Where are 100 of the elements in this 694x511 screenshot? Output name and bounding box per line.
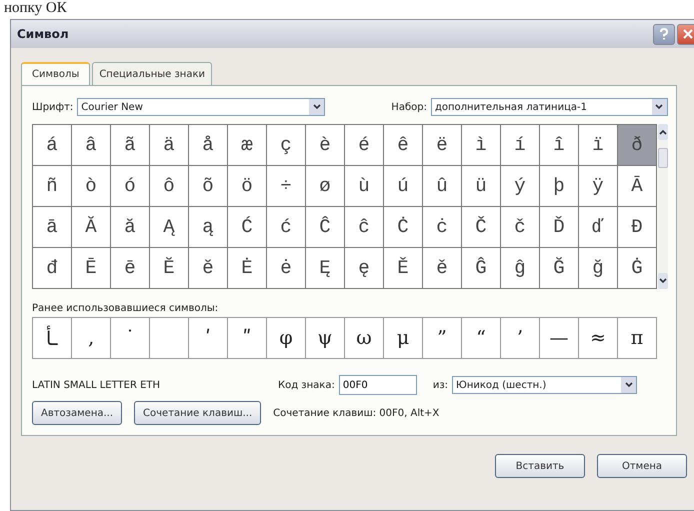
symbol-cell[interactable]: Ĉ [306,207,344,247]
symbol-cell[interactable]: è [306,125,344,165]
symbol-cell[interactable]: ċ [423,207,461,247]
recent-symbol-cell[interactable]: φ [267,318,305,358]
symbol-cell[interactable]: á [33,125,71,165]
recent-symbol-cell[interactable]: “ [462,318,500,358]
recent-symbol-cell[interactable]: ʹ [189,318,227,358]
recent-symbol-cell[interactable]: π [618,318,656,358]
recent-symbol-cell[interactable]: ـأ [33,318,71,358]
symbol-cell[interactable]: ô [150,166,188,206]
symbol-cell[interactable]: æ [228,125,266,165]
symbol-cell[interactable]: ü [462,166,500,206]
symbol-cell[interactable]: Ą [150,207,188,247]
help-button[interactable] [653,24,675,44]
recent-symbol-cell[interactable]: ≈ [579,318,617,358]
symbol-cell[interactable]: č [501,207,539,247]
recent-symbol-cell[interactable]: ‚ [72,318,110,358]
symbol-cell[interactable]: Ċ [384,207,422,247]
tab[interactable]: Символы [21,62,90,85]
symbol-cell[interactable]: ñ [33,166,71,206]
symbol-cell[interactable]: ú [384,166,422,206]
recent-symbol-cell[interactable]: μ [384,318,422,358]
close-button[interactable] [677,24,694,44]
symbol-cell[interactable]: â [72,125,110,165]
code-label: Код знака: [278,380,335,390]
symbol-cell[interactable]: Ĝ [462,248,500,288]
symbol-cell[interactable]: Đ [618,207,656,247]
symbol-cell[interactable]: í [501,125,539,165]
symbol-cell[interactable]: ÿ [579,166,617,206]
symbol-cell[interactable]: ĝ [501,248,539,288]
recent-symbol-cell[interactable]: — [540,318,578,358]
symbol-cell[interactable]: ò [72,166,110,206]
font-dropdown[interactable]: Courier New [77,98,326,116]
tab[interactable]: Специальные знаки [92,62,212,85]
symbol-cell[interactable]: Ę [306,248,344,288]
encoding-dropdown[interactable]: Юникод (шестн.) [452,376,638,394]
symbol-cell[interactable]: ï [579,125,617,165]
symbol-cell[interactable]: Ė [228,248,266,288]
scrollbar[interactable] [658,124,668,289]
symbol-cell[interactable]: ÷ [267,166,305,206]
symbol-cell[interactable]: ø [306,166,344,206]
symbol-cell[interactable]: ē [111,248,149,288]
symbol-cell[interactable]: Ē [72,248,110,288]
symbol-cell[interactable]: ć [267,207,305,247]
symbol-cell[interactable]: ê [384,125,422,165]
shortcut-button[interactable]: Сочетание клавиш... [134,401,262,425]
symbol-cell[interactable]: ĕ [189,248,227,288]
recent-symbol-cell[interactable]: ʺ [228,318,266,358]
symbol-cell[interactable]: ğ [579,248,617,288]
dialog-button[interactable]: Отмена [597,454,687,478]
subset-label: Набор: [391,102,427,112]
symbol-cell[interactable]: î [540,125,578,165]
symbol-cell[interactable]: é [345,125,383,165]
symbol-cell[interactable]: ě [423,248,461,288]
symbol-cell[interactable]: ď [579,207,617,247]
symbol-cell[interactable]: ð [618,125,656,165]
symbol-cell[interactable]: Ě [384,248,422,288]
symbol-cell[interactable]: ý [501,166,539,206]
symbol-cell[interactable]: Č [462,207,500,247]
symbol-cell[interactable]: ù [345,166,383,206]
recent-symbol-cell[interactable] [150,318,188,358]
symbol-cell[interactable]: Ď [540,207,578,247]
scroll-up-icon[interactable] [658,124,668,140]
recent-symbol-cell[interactable]: ˙ [111,318,149,358]
symbol-cell[interactable]: Ĕ [150,248,188,288]
symbol-cell[interactable]: ą [189,207,227,247]
dialog-button[interactable]: Вставить [495,454,585,478]
symbol-cell[interactable]: Ğ [540,248,578,288]
symbol-cell[interactable]: Ć [228,207,266,247]
close-icon [683,29,693,39]
code-field[interactable]: 00F0 [338,375,417,395]
symbol-cell[interactable]: å [189,125,227,165]
symbol-cell[interactable]: ā [33,207,71,247]
recent-symbol-cell[interactable]: ’ [501,318,539,358]
symbol-cell[interactable]: ë [423,125,461,165]
caption-text: нопку ОК [3,0,68,17]
subset-dropdown[interactable]: дополнительная латиница-1 [430,98,668,116]
symbol-cell[interactable]: ă [111,207,149,247]
scroll-down-icon[interactable] [658,273,668,289]
symbol-cell[interactable]: û [423,166,461,206]
symbol-cell[interactable]: ĉ [345,207,383,247]
symbol-cell[interactable]: þ [540,166,578,206]
symbol-cell[interactable]: õ [189,166,227,206]
scroll-thumb[interactable] [658,148,668,168]
symbol-cell[interactable]: ó [111,166,149,206]
symbol-cell[interactable]: Ă [72,207,110,247]
symbol-cell[interactable]: Ā [618,166,656,206]
symbol-cell[interactable]: đ [33,248,71,288]
symbol-cell[interactable]: Ġ [618,248,656,288]
symbol-cell[interactable]: ç [267,125,305,165]
symbol-cell[interactable]: ã [111,125,149,165]
symbol-cell[interactable]: ä [150,125,188,165]
symbol-cell[interactable]: ę [345,248,383,288]
autocorrect-button[interactable]: Автозамена... [32,401,122,425]
symbol-cell[interactable]: ì [462,125,500,165]
recent-symbol-cell[interactable]: ψ [306,318,344,358]
symbol-cell[interactable]: ö [228,166,266,206]
recent-symbol-cell[interactable]: ” [423,318,461,358]
recent-symbol-cell[interactable]: ω [345,318,383,358]
symbol-cell[interactable]: ė [267,248,305,288]
